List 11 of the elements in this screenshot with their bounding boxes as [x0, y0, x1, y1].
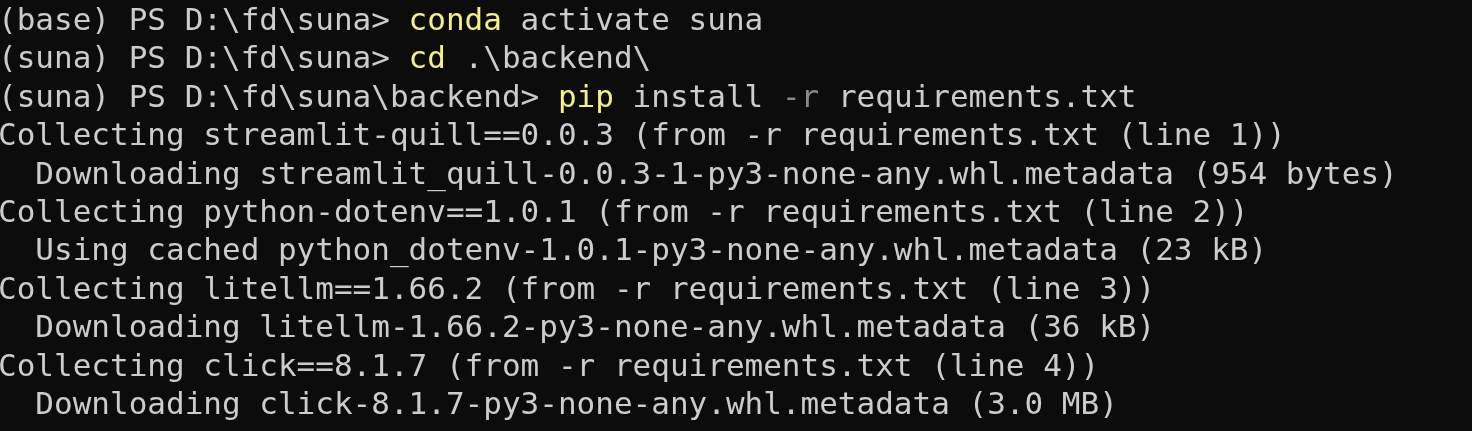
terminal-line: Using cached python_dotenv-1.0.1-py3-none-any.whl.metadata (23 kB): [34, 230, 1268, 269]
terminal-line: Collecting litellm==1.66.2 (from -r requirements.txt (line 3)): [0, 268, 1156, 308]
terminal-line: Downloading streamlit_quill-0.0.3-1-py3-none-any.whl.metadata (954 bytes): [34, 153, 1398, 192]
terminal-line: Downloading litellm-1.66.2-py3-none-any.whl.metadata (36 kB): [34, 307, 1156, 346]
terminal-line: (suna) PS D:\fd\suna> cd .\backend\: [0, 38, 652, 77]
terminal-line: (base) PS D:\fd\suna> conda activate suna: [0, 0, 764, 39]
terminal-line: Collecting click==8.1.7 (from -r requirements.txt (line 4)): [0, 345, 1100, 384]
terminal-line: Downloading click-8.1.7-py3-none-any.whl.metadata (3.0 MB): [34, 383, 1118, 423]
terminal-line: Collecting streamlit-quill==0.0.3 (from -r requirements.txt (line 1)): [0, 115, 1286, 154]
terminal-line: Collecting python-dotenv==1.0.1 (from -r requirements.txt (line 2)): [0, 192, 1249, 231]
terminal-line: (suna) PS D:\fd\suna\backend> pip install -r requirements.txt: [0, 76, 1137, 116]
